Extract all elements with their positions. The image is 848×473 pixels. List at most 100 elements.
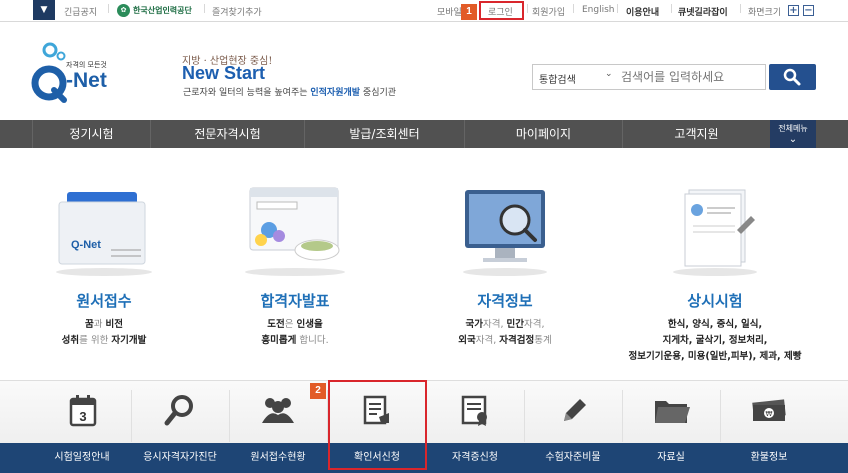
- desc-em: 인생을: [296, 319, 323, 330]
- feature-always-exam[interactable]: 상시시험 한식, 양식, 중식, 일식, 지게차, 굴삭기, 정보처리, 정보기…: [605, 180, 825, 365]
- divider: [524, 390, 525, 442]
- divider: |: [203, 4, 207, 14]
- magnifier-icon[interactable]: [160, 392, 200, 428]
- desc-muted: 자격,: [524, 319, 545, 330]
- desc-em: 성취: [61, 335, 80, 346]
- feature-line: 정보기기운용, 미용(일반,피부), 제과, 제빵: [628, 351, 802, 362]
- confirmation-request-highlight: [328, 380, 427, 470]
- divider: |: [572, 4, 576, 14]
- desc-em: 민간: [506, 319, 524, 330]
- nav-professional-exam[interactable]: 전문자격시험: [150, 120, 304, 148]
- slogan-sub-pre: 근로자와 일터의 능력을 높여주는: [183, 88, 311, 98]
- folder-icon[interactable]: [651, 392, 691, 428]
- hrdk-org-name: 한국산업인력공단: [133, 6, 192, 15]
- search-icon: [783, 68, 801, 86]
- divider: |: [670, 4, 674, 14]
- feature-line: 외국자격, 자격검정통계: [410, 333, 600, 349]
- divider: |: [526, 4, 530, 14]
- chevron-down-icon[interactable]: ⌄: [605, 69, 613, 79]
- certificate-icon[interactable]: [455, 392, 495, 428]
- qnet-homepage: { "topbar": { "emergency_label": "긴급공지",…: [0, 0, 848, 473]
- guide-link[interactable]: 큐넷길라잡이: [678, 5, 728, 18]
- font-size-label: 화면크기: [748, 8, 782, 18]
- slogan-sub-post: 중심기관: [360, 88, 397, 98]
- slogan-title: New Start: [182, 63, 266, 83]
- hrdk-emblem-icon: ✿: [117, 4, 130, 17]
- document-illustration-icon: [665, 180, 765, 280]
- svg-text:Q-Net: Q-Net: [71, 239, 101, 251]
- desc-muted: 자격,: [475, 335, 500, 346]
- feature-line: 지게차, 굴삭기, 정보처리,: [662, 335, 768, 346]
- qnet-logo[interactable]: 자격의 모든것 -Net: [30, 42, 130, 106]
- feature-line: 국가자격, 민간자격,: [410, 317, 600, 333]
- quick-exam-supplies[interactable]: 수험자준비물: [524, 443, 622, 473]
- nav-regular-exam[interactable]: 정기시험: [32, 120, 150, 148]
- feature-title: 상시시험: [687, 292, 743, 310]
- join-link[interactable]: 회원가입: [532, 5, 565, 18]
- utility-bar: ▼ 긴급공지 | ✿ 한국산업인력공단 | 즐겨찾기추가 모바일 로그인 | 회…: [0, 0, 848, 22]
- desc-em: 외국: [458, 335, 476, 346]
- divider: [720, 390, 721, 442]
- divider: |: [616, 4, 620, 14]
- browser-tea-illustration-icon: [235, 180, 355, 280]
- feature-result-announcement[interactable]: 합격자발표 도전은 인생을 흥미롭게 합니다.: [200, 180, 390, 349]
- feature-title: 원서접수: [76, 292, 132, 310]
- desc-em: 도전: [267, 319, 285, 330]
- search-input[interactable]: [621, 68, 761, 86]
- feature-title: 합격자발표: [260, 292, 330, 310]
- all-menu-button[interactable]: 전체메뉴 ⌄: [770, 120, 816, 148]
- nav-mypage[interactable]: 마이페이지: [464, 120, 622, 148]
- nav-customer-support[interactable]: 고객지원: [622, 120, 770, 148]
- divider: |: [739, 4, 743, 14]
- login-highlight: [479, 1, 524, 20]
- desc-muted: 를 위한: [79, 335, 112, 346]
- quick-application-status[interactable]: 원서접수현황: [229, 443, 327, 473]
- money-icon[interactable]: ₩: [749, 392, 789, 428]
- desc-em: 비전: [105, 319, 123, 330]
- slogan-description: 근로자와 일터의 능력을 높여주는 인적자원개발 중심기관: [183, 85, 396, 98]
- quick-exam-schedule[interactable]: 시험일정안내: [33, 443, 131, 473]
- divider: [131, 390, 132, 442]
- search-box: 통합검색 ⌄: [532, 64, 766, 90]
- desc-em: 흥미롭게: [261, 335, 297, 346]
- desc-muted: 자격,: [482, 319, 507, 330]
- english-link[interactable]: English: [582, 5, 615, 15]
- mobile-link[interactable]: 모바일: [437, 5, 462, 18]
- monitor-magnifier-illustration-icon: [455, 180, 555, 280]
- feature-line: 한식, 양식, 중식, 일식,: [667, 319, 763, 330]
- chevron-down-icon[interactable]: ▼: [33, 0, 55, 20]
- quick-archive[interactable]: 자료실: [622, 443, 720, 473]
- desc-em: 자기개발: [111, 335, 147, 346]
- folder-illustration-icon: Q-Net: [49, 180, 159, 280]
- quick-certificate-request[interactable]: 자격증신청: [426, 443, 524, 473]
- feature-line: 흥미롭게 합니다.: [200, 333, 390, 349]
- calendar-icon[interactable]: 3: [63, 392, 103, 428]
- bookmark-link[interactable]: 즐겨찾기추가: [212, 5, 262, 18]
- quick-eligibility-check[interactable]: 응시자격자가진단: [131, 443, 229, 473]
- feature-description: 국가자격, 민간자격, 외국자격, 자격검정통계: [410, 317, 600, 349]
- feature-line: 도전은 인생을: [200, 317, 390, 333]
- desc-em: 국가: [465, 319, 483, 330]
- divider: [229, 390, 230, 442]
- pencil-icon[interactable]: [553, 392, 593, 428]
- feature-application[interactable]: Q-Net 원서접수 꿈과 비전 성취를 위한 자기개발: [9, 180, 199, 349]
- quick-refund-info[interactable]: 환불정보: [720, 443, 818, 473]
- feature-description: 꿈과 비전 성취를 위한 자기개발: [9, 317, 199, 349]
- search-scope-select[interactable]: 통합검색: [539, 71, 576, 86]
- chevron-down-icon: ⌄: [788, 134, 798, 145]
- search-button[interactable]: [769, 64, 816, 90]
- main-navigation: 정기시험 전문자격시험 발급/조회센터 마이페이지 고객지원: [0, 120, 848, 148]
- feature-qualification-info[interactable]: 자격정보 국가자격, 민간자격, 외국자격, 자격검정통계: [410, 180, 600, 349]
- feature-line: 성취를 위한 자기개발: [9, 333, 199, 349]
- annotation-badge-2: 2: [310, 383, 326, 399]
- slogan-sub-em: 인적자원개발: [310, 88, 361, 98]
- desc-muted: 은: [284, 319, 297, 330]
- desc-muted: 과: [93, 319, 106, 330]
- people-icon[interactable]: [258, 392, 298, 428]
- hrdk-logo[interactable]: ✿ 한국산업인력공단: [117, 3, 192, 18]
- font-size-decrease-button[interactable]: −: [803, 5, 814, 16]
- emergency-notice-link[interactable]: 긴급공지: [64, 5, 97, 18]
- font-size-increase-button[interactable]: +: [788, 5, 799, 16]
- nav-issue-center[interactable]: 발급/조회센터: [304, 120, 464, 148]
- usage-guide-link[interactable]: 이용안내: [626, 5, 659, 18]
